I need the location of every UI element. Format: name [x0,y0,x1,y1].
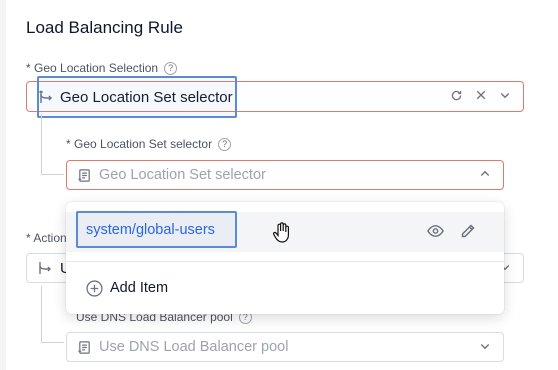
eye-icon[interactable] [427,224,444,243]
chevron-down-icon[interactable] [499,89,511,104]
action-label-text: * Action [26,231,67,245]
plus-circle-icon [86,280,103,302]
left-gutter [0,0,6,370]
help-circle-icon[interactable]: ? [164,61,178,75]
geo-set-label-text: * Geo Location Set selector [66,137,213,151]
add-item-button[interactable]: Add Item [66,274,504,304]
tree-connector [41,286,64,343]
geo-selection-label-text: * Geo Location Selection [26,61,159,75]
geo-set-placeholder: Geo Location Set selector [99,167,266,183]
geo-set-label: * Geo Location Set selector ? [66,137,232,151]
hand-cursor-icon [272,222,290,249]
list-icon [77,168,92,183]
clear-icon[interactable] [475,89,487,104]
tree-connector [41,114,64,175]
focus-highlight-geo-selection [37,76,237,118]
geo-selection-label: * Geo Location Selection ? [26,61,178,75]
chevron-up-icon[interactable] [479,168,491,183]
branch-icon [37,260,53,276]
add-item-label: Add Item [110,280,169,296]
action-label: * Action [26,231,67,245]
help-circle-icon[interactable]: ? [218,137,232,151]
page-title: Load Balancing Rule [26,18,183,37]
pencil-icon[interactable] [460,223,476,244]
refresh-icon[interactable] [450,89,463,105]
focus-highlight-option [76,211,237,248]
list-icon [77,340,92,355]
dns-pool-placeholder: Use DNS Load Balancer pool [99,339,289,355]
dropdown-divider [66,261,504,262]
geo-set-select[interactable]: Geo Location Set selector [66,160,504,190]
chevron-down-icon[interactable] [479,340,491,355]
dns-pool-select[interactable]: Use DNS Load Balancer pool [66,332,504,362]
